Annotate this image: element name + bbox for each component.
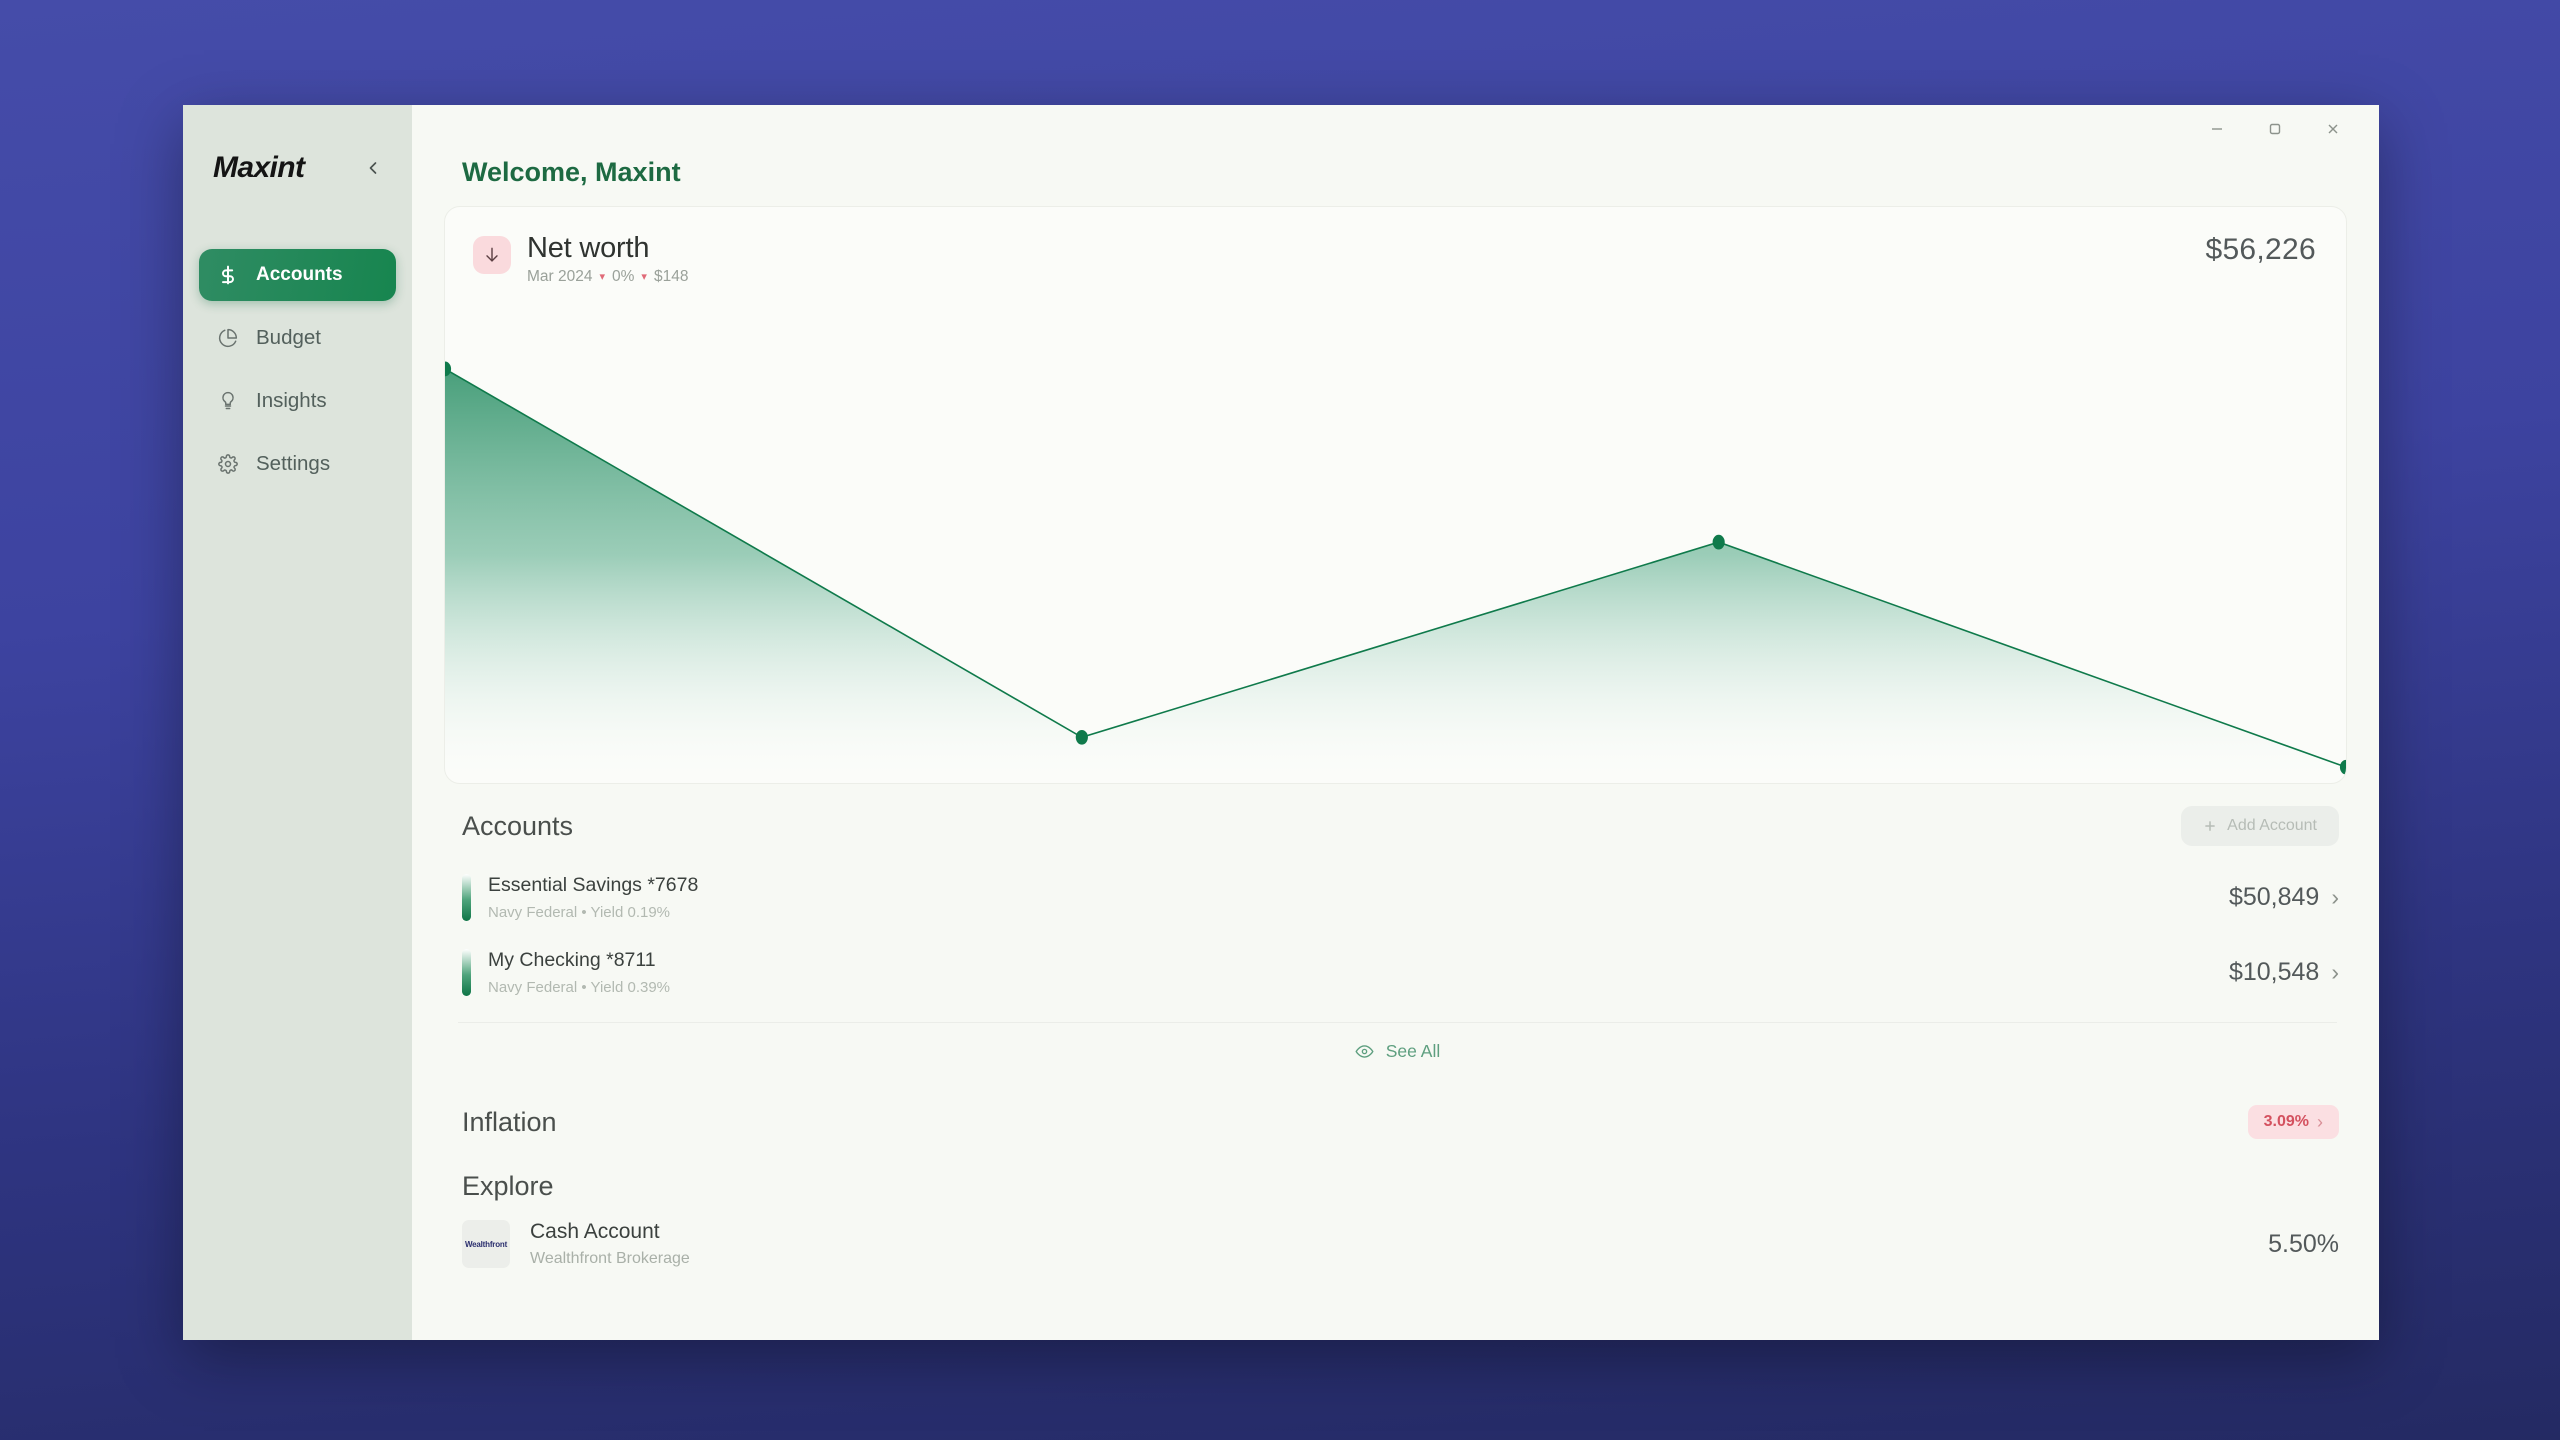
see-all-button[interactable]: See All <box>458 1023 2337 1079</box>
account-balance: $50,849 <box>2228 883 2320 911</box>
account-meta: Navy Federal • Yield 0.39% <box>488 979 671 996</box>
account-value-group: $50,849 › <box>2229 883 2339 912</box>
close-icon <box>2328 124 2338 134</box>
net-worth-header: Net worth Mar 2024 ▾ 0% ▾ $148 $56,226 <box>445 207 2346 286</box>
sidebar-item-label: Settings <box>256 452 331 475</box>
account-color-bar <box>462 874 471 921</box>
table-row[interactable]: Essential Savings *7678 Navy Federal • Y… <box>444 860 2347 935</box>
triangle-down-icon: ▾ <box>599 270 606 283</box>
chevron-right-icon: › <box>2331 959 2339 985</box>
accounts-heading: Accounts <box>462 810 574 841</box>
account-value-group: $10,548 › <box>2229 958 2339 987</box>
app-window: Maxint Accounts Budget Insights Settings… <box>183 105 2379 1340</box>
window-close-button[interactable] <box>2321 117 2345 141</box>
net-worth-value: $56,226 <box>2205 233 2316 266</box>
account-meta: Navy Federal • Yield 0.19% <box>488 904 671 921</box>
inflation-section: Inflation 3.09% › <box>444 1079 2347 1145</box>
net-worth-label: Net worth <box>527 232 650 264</box>
net-worth-change-amount: $148 <box>653 268 689 286</box>
sidebar-item-insights[interactable]: Insights <box>199 375 396 427</box>
see-all-divider: See All <box>458 1022 2337 1079</box>
window-minimize-button[interactable] <box>2205 117 2229 141</box>
chevron-right-icon: › <box>2331 884 2339 910</box>
explore-product-rate: 5.50% <box>2268 1229 2339 1258</box>
sidebar-header: Maxint <box>183 105 412 185</box>
chevron-right-icon: › <box>2317 1112 2323 1132</box>
account-info: Essential Savings *7678 Navy Federal • Y… <box>462 874 698 921</box>
sidebar-item-accounts[interactable]: Accounts <box>199 249 396 301</box>
maximize-icon <box>2269 123 2281 135</box>
sidebar-item-label: Insights <box>256 389 327 412</box>
list-item[interactable]: Wealthfront Cash Account Wealthfront Bro… <box>444 1214 2347 1268</box>
sidebar-collapse-button[interactable] <box>362 157 384 179</box>
arrow-down-icon <box>473 236 511 274</box>
net-worth-card[interactable]: Net worth Mar 2024 ▾ 0% ▾ $148 $56,226 <box>444 206 2347 784</box>
sidebar-item-label: Budget <box>256 326 321 349</box>
account-color-bar <box>462 949 471 996</box>
wealthfront-logo-icon: Wealthfront <box>462 1220 510 1268</box>
triangle-down-icon: ▾ <box>641 270 647 283</box>
chart-area-fill <box>445 368 2346 783</box>
minimize-icon <box>2212 128 2222 130</box>
plus-icon <box>2205 821 2215 831</box>
account-name: My Checking *8711 <box>488 949 656 971</box>
page-body: Welcome, Maxint Net worth Mar 2024 ▾ 0% … <box>412 153 2379 1340</box>
sidebar-item-budget[interactable]: Budget <box>199 312 396 364</box>
chevron-left-icon <box>369 162 377 174</box>
sidebar-nav: Accounts Budget Insights Settings <box>183 249 412 490</box>
explore-info: Wealthfront Cash Account Wealthfront Bro… <box>462 1220 690 1268</box>
logo-text: Wealthfront <box>464 1239 508 1249</box>
explore-product-provider: Wealthfront Brokerage <box>530 1250 690 1267</box>
account-balance: $10,548 <box>2228 958 2320 986</box>
app-logo: Maxint <box>213 151 305 184</box>
sidebar: Maxint Accounts Budget Insights Settings <box>183 105 412 1340</box>
window-maximize-button[interactable] <box>2263 117 2287 141</box>
explore-product-name: Cash Account <box>530 1220 660 1243</box>
explore-heading: Explore <box>462 1171 554 1201</box>
inflation-heading: Inflation <box>462 1106 557 1137</box>
status-badge[interactable]: 3.09% › <box>2247 1105 2339 1139</box>
net-worth-area-chart <box>445 361 2346 783</box>
add-account-label: Add Account <box>2227 817 2317 834</box>
chart-point[interactable] <box>1075 729 1088 745</box>
dollar-icon <box>217 264 239 286</box>
account-name: Essential Savings *7678 <box>488 874 699 896</box>
main-content: Welcome, Maxint Net worth Mar 2024 ▾ 0% … <box>412 105 2379 1340</box>
pie-chart-icon <box>217 327 239 349</box>
window-titlebar <box>412 105 2379 153</box>
see-all-label: See All <box>1385 1040 1441 1061</box>
lightbulb-icon <box>217 390 239 412</box>
accounts-section-header: Accounts Add Account <box>444 784 2347 860</box>
gear-icon <box>217 453 239 475</box>
inflation-value: 3.09% <box>2263 1113 2309 1130</box>
add-account-button[interactable]: Add Account <box>2181 806 2339 846</box>
net-worth-period: Mar 2024 <box>527 268 593 286</box>
sidebar-item-label: Accounts <box>256 264 343 285</box>
net-worth-subtitle: Mar 2024 ▾ 0% ▾ $148 <box>527 268 688 286</box>
net-worth-change-percent: 0% <box>612 268 635 286</box>
net-worth-title-group: Net worth Mar 2024 ▾ 0% ▾ $148 <box>473 233 688 286</box>
sidebar-item-settings[interactable]: Settings <box>199 438 396 490</box>
net-worth-chart[interactable] <box>445 357 2346 783</box>
eye-icon <box>1355 1044 1374 1058</box>
chart-point[interactable] <box>1712 534 1725 550</box>
account-info: My Checking *8711 Navy Federal • Yield 0… <box>462 949 670 996</box>
table-row[interactable]: My Checking *8711 Navy Federal • Yield 0… <box>444 935 2347 1010</box>
page-title: Welcome, Maxint <box>462 157 681 187</box>
